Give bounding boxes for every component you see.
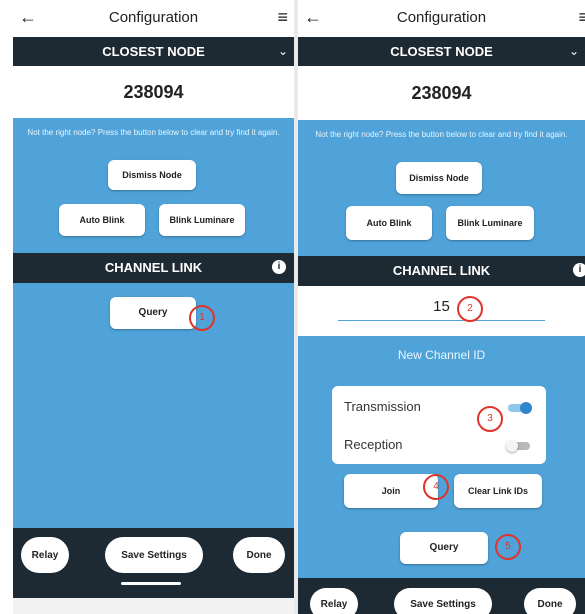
closest-node-value: 238094 bbox=[13, 66, 294, 118]
closest-node-title: CLOSEST NODE bbox=[390, 44, 493, 59]
step-marker-1: 1 bbox=[189, 305, 215, 331]
relay-button[interactable]: Relay bbox=[310, 588, 358, 614]
dismiss-node-button[interactable]: Dismiss Node bbox=[396, 162, 482, 194]
screen-step-2: ← Configuration ≡ CLOSEST NODE ⌄ 238094 … bbox=[298, 0, 585, 614]
bottom-action-bar: Relay Save Settings Done bbox=[298, 578, 585, 614]
blink-luminaire-button[interactable]: Blink Luminare bbox=[446, 206, 534, 240]
top-bar: ← Configuration ≡ bbox=[13, 0, 294, 37]
channel-link-panel: Query 1 bbox=[13, 283, 294, 528]
transmission-label: Transmission bbox=[344, 399, 421, 414]
step-marker-5: 5 bbox=[495, 534, 521, 560]
closest-node-value: 238094 bbox=[298, 66, 585, 120]
channel-link-title: CHANNEL LINK bbox=[392, 263, 491, 278]
link-options-card: Transmission Reception bbox=[332, 386, 546, 464]
relay-button[interactable]: Relay bbox=[21, 537, 69, 573]
auto-blink-button[interactable]: Auto Blink bbox=[59, 204, 145, 236]
screen-step-1: ← Configuration ≡ CLOSEST NODE ⌄ 238094 … bbox=[13, 0, 294, 614]
new-channel-id-label: New Channel ID bbox=[397, 348, 486, 362]
channel-id-input[interactable]: 15 bbox=[338, 298, 545, 321]
page-title: Configuration bbox=[108, 9, 199, 26]
closest-node-header[interactable]: CLOSEST NODE ⌄ bbox=[13, 37, 294, 66]
done-button[interactable]: Done bbox=[524, 588, 576, 614]
done-button[interactable]: Done bbox=[233, 537, 285, 573]
hamburger-menu-icon[interactable]: ≡ bbox=[277, 7, 288, 28]
save-settings-button[interactable]: Save Settings bbox=[394, 588, 492, 614]
node-actions-panel: Not the right node? Press the button bel… bbox=[298, 120, 585, 256]
info-icon[interactable]: i bbox=[573, 263, 585, 277]
step-marker-2: 2 bbox=[457, 296, 483, 322]
hint-text: Not the right node? Press the button bel… bbox=[27, 128, 280, 137]
toggle-knob bbox=[520, 402, 532, 414]
channel-id-area: 15 bbox=[298, 286, 585, 336]
home-indicator bbox=[121, 582, 181, 585]
step-marker-4: 4 bbox=[423, 474, 449, 500]
top-bar: ← Configuration ≡ bbox=[298, 0, 585, 37]
chevron-down-icon[interactable]: ⌄ bbox=[278, 37, 288, 66]
blink-luminaire-button[interactable]: Blink Luminare bbox=[159, 204, 245, 236]
bottom-action-bar: Relay Save Settings Done bbox=[13, 528, 294, 598]
node-actions-panel: Not the right node? Press the button bel… bbox=[13, 118, 294, 253]
auto-blink-button[interactable]: Auto Blink bbox=[346, 206, 432, 240]
save-settings-button[interactable]: Save Settings bbox=[105, 537, 203, 573]
query-button[interactable]: Query bbox=[400, 532, 488, 564]
closest-node-header[interactable]: CLOSEST NODE ⌄ bbox=[298, 37, 585, 66]
query-button[interactable]: Query bbox=[110, 297, 196, 329]
channel-link-title: CHANNEL LINK bbox=[104, 260, 203, 275]
info-icon[interactable]: i bbox=[272, 260, 286, 274]
page-title: Configuration bbox=[396, 9, 487, 26]
hint-text: Not the right node? Press the button bel… bbox=[315, 130, 568, 139]
channel-link-header: CHANNEL LINK i bbox=[298, 256, 585, 286]
channel-link-panel: New Channel ID Transmission Reception 3 … bbox=[298, 336, 585, 578]
step-marker-3: 3 bbox=[477, 406, 503, 432]
dismiss-node-button[interactable]: Dismiss Node bbox=[108, 160, 196, 190]
hamburger-menu-icon[interactable]: ≡ bbox=[578, 7, 585, 28]
chevron-down-icon[interactable]: ⌄ bbox=[569, 37, 579, 66]
closest-node-title: CLOSEST NODE bbox=[102, 44, 205, 59]
reception-label: Reception bbox=[344, 437, 403, 452]
toggle-knob bbox=[506, 440, 518, 452]
clear-link-ids-button[interactable]: Clear Link IDs bbox=[454, 474, 542, 508]
transmission-toggle[interactable] bbox=[508, 402, 532, 414]
reception-toggle[interactable] bbox=[506, 440, 530, 452]
channel-link-header: CHANNEL LINK i bbox=[13, 253, 294, 283]
